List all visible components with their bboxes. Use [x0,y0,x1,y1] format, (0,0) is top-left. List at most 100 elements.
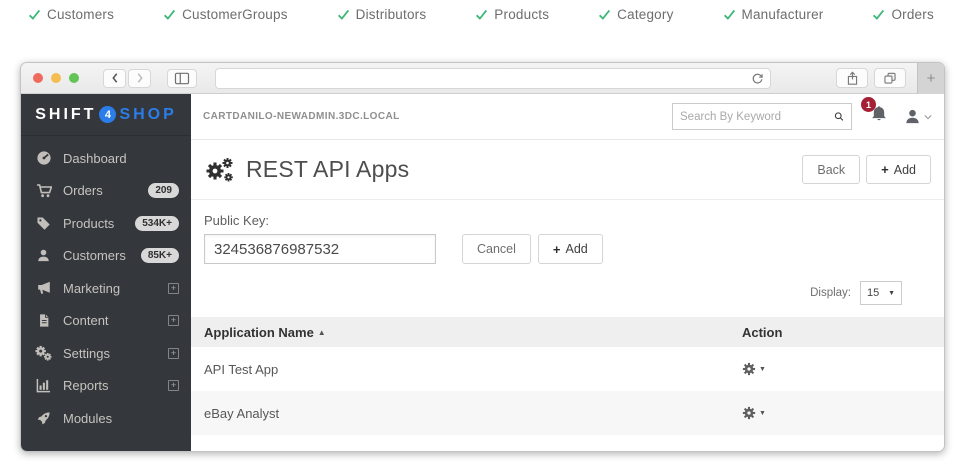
row-actions-dropdown[interactable]: ▼ [742,362,772,376]
caret-down-icon: ▼ [759,366,766,373]
back-button[interactable] [103,69,126,88]
notifications-button[interactable]: 1 [870,105,888,128]
sidebar-item-modules[interactable]: Modules [21,402,191,435]
logo-four-badge: 4 [99,106,116,123]
table-row: eBay Analyst ▼ [191,391,944,435]
sidebar-toggle-button[interactable] [167,69,197,88]
logo-text-shop: SHOP [119,106,176,124]
minimize-window-button[interactable] [51,73,61,83]
sort-asc-icon: ▲ [318,328,326,337]
tag-label: Orders [891,7,933,22]
tag-icon [35,215,52,231]
user-icon [35,248,52,263]
sidebar-item-orders[interactable]: Orders 209 [21,175,191,208]
sidebar-item-dashboard[interactable]: Dashboard [21,142,191,175]
expand-icon[interactable]: + [168,283,179,294]
display-count-select[interactable]: 15 ▼ [860,281,902,305]
notification-count-badge: 1 [861,97,876,112]
gears-icon [35,345,52,361]
tag-customergroups[interactable]: CustomerGroups [163,7,288,22]
share-button[interactable] [836,68,868,88]
address-bar[interactable] [215,68,771,89]
plus-icon: + [553,242,561,257]
expand-icon[interactable]: + [168,348,179,359]
close-window-button[interactable] [33,73,43,83]
new-tab-button[interactable]: + [917,63,944,94]
add-app-button[interactable]: + Add [866,155,931,184]
check-icon [872,8,885,21]
browser-window: + SHIFT 4 SHOP Dashboard [20,62,945,452]
sidebar-item-reports[interactable]: Reports + [21,370,191,403]
sidebar-item-settings[interactable]: Settings + [21,337,191,370]
gear-icon [742,362,756,376]
app-name-cell: eBay Analyst [204,406,742,421]
search-icon[interactable] [834,109,844,124]
display-count-row: Display: 15 ▼ [191,281,944,305]
sidebar: SHIFT 4 SHOP Dashboard Orders 209 [21,94,191,452]
rocket-icon [35,411,52,426]
page-header: REST API Apps Back + Add [191,140,944,200]
sidebar-item-label: Marketing [63,281,168,296]
tabs-overview-button[interactable] [874,68,906,88]
page-actions: Back + Add [802,155,931,184]
back-button[interactable]: Back [802,155,860,184]
row-actions-dropdown[interactable]: ▼ [742,406,772,420]
refresh-icon[interactable] [751,72,764,85]
confirm-add-button[interactable]: + Add [538,234,603,264]
check-icon [598,8,611,21]
sidebar-item-customers[interactable]: Customers 85K+ [21,240,191,273]
expand-icon[interactable]: + [168,380,179,391]
sidebar-item-label: Modules [63,411,179,426]
customers-count-badge: 85K+ [141,248,179,263]
display-count-value: 15 [867,287,879,299]
cart-icon [35,183,52,199]
sidebar-item-label: Orders [63,183,148,198]
forward-button[interactable] [128,69,151,88]
logo-text-shift: SHIFT [35,106,96,124]
tag-distributors[interactable]: Distributors [337,7,427,22]
plus-icon: + [881,162,889,177]
cancel-button[interactable]: Cancel [462,234,531,264]
topbar-actions: 1 [672,103,932,130]
shift4shop-logo[interactable]: SHIFT 4 SHOP [21,94,191,136]
megaphone-icon [35,280,52,296]
column-action: Action [742,325,931,340]
browser-chrome: + [21,63,944,94]
orders-count-badge: 209 [148,183,179,198]
tag-category[interactable]: Category [598,7,673,22]
main-content: CARTDANILO-NEWADMIN.3DC.LOCAL 1 [191,94,944,452]
tag-label: Manufacturer [742,7,824,22]
products-count-badge: 534K+ [135,216,179,231]
user-menu-button[interactable] [904,108,932,125]
expand-icon[interactable]: + [168,315,179,326]
tag-orders[interactable]: Orders [872,7,933,22]
keyword-search-box[interactable] [672,103,852,130]
tag-products[interactable]: Products [475,7,549,22]
page-title-text: REST API Apps [246,156,409,183]
url-input[interactable] [222,72,751,84]
sidebar-item-content[interactable]: Content + [21,305,191,338]
tag-manufacturer[interactable]: Manufacturer [723,7,824,22]
traffic-lights [33,73,79,83]
apps-table: Application Name ▲ Action API Test App [191,317,944,435]
sidebar-icon [174,72,190,85]
tag-customers[interactable]: Customers [28,7,114,22]
file-icon [35,313,52,328]
search-input[interactable] [680,111,834,123]
caret-down-icon: ▼ [759,410,766,417]
page-title: REST API Apps [204,156,409,183]
sidebar-item-products[interactable]: Products 534K+ [21,207,191,240]
sidebar-item-label: Dashboard [63,151,179,166]
chevron-down-icon [924,114,932,120]
table-header: Application Name ▲ Action [191,317,944,347]
column-application-name[interactable]: Application Name ▲ [204,325,742,340]
caret-down-icon: ▼ [888,290,895,297]
sidebar-item-marketing[interactable]: Marketing + [21,272,191,305]
nav-buttons [103,69,151,88]
check-icon [475,8,488,21]
public-key-input[interactable] [204,234,436,264]
zoom-window-button[interactable] [69,73,79,83]
share-icon [846,71,859,86]
admin-topbar: CARTDANILO-NEWADMIN.3DC.LOCAL 1 [191,94,944,140]
public-key-label: Public Key: [204,213,931,228]
